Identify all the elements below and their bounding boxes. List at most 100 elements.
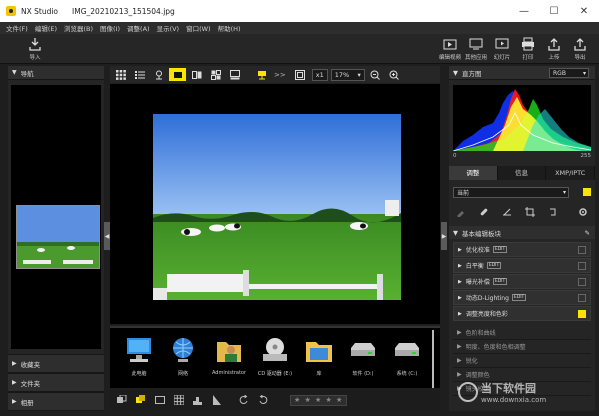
retouch-tool-button[interactable]	[476, 207, 492, 217]
preset-apply-checkbox[interactable]	[583, 188, 591, 196]
navigation-preview[interactable]	[11, 85, 101, 349]
other-apps-button[interactable]: 其他应用	[463, 37, 489, 61]
more-sharpen[interactable]: ▶ 锐化	[453, 354, 591, 368]
adj-checkbox[interactable]	[578, 293, 586, 302]
more-lch[interactable]: ▶ 明度、色度和色相调整	[453, 340, 591, 354]
browser-item-network[interactable]: 网络	[160, 336, 206, 377]
histogram-chart	[452, 89, 592, 152]
print-button[interactable]: 打印	[515, 37, 541, 61]
brush-tool-button[interactable]	[453, 207, 469, 217]
thumbnail-grid-button[interactable]	[112, 68, 129, 81]
edit-tag: EDIT	[486, 262, 502, 269]
preset-select[interactable]: 当前 ▾	[453, 186, 569, 198]
import-button[interactable]: 导入	[20, 37, 50, 61]
zoom-percent-select[interactable]: 17% ▾	[330, 68, 365, 81]
list-view-button[interactable]	[131, 68, 148, 81]
chevron-down-icon: ▾	[582, 69, 586, 77]
histogram-channel-select[interactable]: RGB ▾	[549, 68, 589, 78]
adj-checkbox[interactable]	[578, 277, 586, 286]
browser-item-drive-d[interactable]: 软件 (D:)	[340, 336, 386, 377]
user-folder-icon	[217, 342, 241, 362]
browser-item-this-pc[interactable]: 此电脑	[116, 336, 162, 377]
stack-icon	[116, 395, 126, 403]
favorites-header[interactable]: ▶ 收藏夹	[8, 354, 104, 373]
menu-image[interactable]: 图像(I)	[100, 23, 120, 33]
bandage-icon	[480, 208, 488, 216]
zoom-multiplier[interactable]: x1	[311, 68, 328, 81]
edit-video-icon	[443, 39, 457, 50]
more-levels-curves[interactable]: ▶ 色阶和曲线	[453, 326, 591, 340]
image-viewer[interactable]	[110, 84, 440, 324]
label-toggle-button[interactable]	[133, 394, 148, 406]
tab-xmp-iptc[interactable]: XMP/IPTC	[546, 166, 596, 180]
histogram-mode-button[interactable]	[190, 394, 205, 406]
menu-edit[interactable]: 编辑(E)	[35, 23, 57, 33]
upload-button[interactable]: 上传	[541, 37, 567, 61]
filmstrip-view-button[interactable]	[226, 68, 243, 81]
adj-checkbox-checked[interactable]	[578, 309, 586, 318]
compare-view-button[interactable]	[188, 68, 205, 81]
filmstrip-toggle-button[interactable]	[114, 394, 129, 406]
zoom-out-button[interactable]	[367, 68, 384, 81]
menu-adjust[interactable]: 调整(A)	[127, 23, 150, 33]
basic-tools-header[interactable]: ▼ 基本编辑板块 ✎	[449, 226, 595, 239]
print-label: 打印	[522, 55, 534, 61]
menu-window[interactable]: 窗口(W)	[186, 23, 211, 33]
settings-button[interactable]	[575, 207, 591, 217]
browser-mode-button[interactable]	[152, 394, 167, 406]
zoom-in-button[interactable]	[386, 68, 403, 81]
browser-item-label: 网络	[177, 371, 188, 377]
display-options-button[interactable]	[253, 68, 270, 81]
maximize-button[interactable]: ☐	[539, 0, 569, 22]
fit-screen-icon	[295, 69, 306, 80]
yellow-stack-icon	[135, 395, 145, 403]
adj-white-balance[interactable]: ▶ 白平衡 EDIT	[453, 258, 591, 273]
straighten-tool-button[interactable]	[499, 207, 515, 217]
edit-video-button[interactable]: 编辑视频	[437, 37, 463, 61]
main-photo[interactable]	[153, 114, 401, 300]
sort-button[interactable]	[209, 394, 224, 406]
undo-tool-button[interactable]	[545, 207, 561, 217]
menu-browser[interactable]: 浏览器(B)	[64, 23, 93, 33]
browser-item-cd-drive[interactable]: CD 驱动器 (E:)	[252, 336, 298, 377]
browser-item-administrator[interactable]: Administrator	[206, 336, 252, 376]
export-button[interactable]: 导出	[567, 37, 593, 61]
rotate-right-button[interactable]	[255, 394, 270, 406]
zoom-in-icon	[389, 70, 400, 80]
adj-d-lighting[interactable]: ▶ 动态D-Lighting EDIT	[453, 290, 591, 305]
browser-scrollbar[interactable]	[432, 330, 434, 388]
adj-checkbox[interactable]	[578, 261, 586, 270]
browser-item-drive-c[interactable]: 系统 (C:)	[384, 336, 430, 377]
adj-picture-control[interactable]: ▶ 优化校准 EDIT	[453, 242, 591, 257]
browser-item-library[interactable]: 库	[296, 336, 342, 377]
single-image-view-button[interactable]	[169, 68, 186, 81]
tab-info[interactable]: 信息	[497, 166, 547, 180]
more-tools-button[interactable]: >>	[274, 71, 286, 79]
window-controls: — ☐ ✕	[509, 0, 599, 22]
rotate-left-button[interactable]	[236, 394, 251, 406]
navigation-header[interactable]: ▼ 导航	[8, 66, 104, 80]
menu-help[interactable]: 帮助(H)	[218, 23, 241, 33]
fit-screen-button[interactable]	[292, 68, 309, 81]
right-panel-collapse-handle[interactable]: ▶	[441, 222, 447, 250]
slideshow-button[interactable]: 幻灯片	[489, 37, 515, 61]
menu-view[interactable]: 显示(V)	[157, 23, 180, 33]
adj-brightness-color[interactable]: ▶ 调整亮度和色彩	[453, 306, 591, 321]
more-label: 调整颜色	[465, 372, 490, 379]
star-rating[interactable]: ★ ★ ★ ★ ★	[290, 394, 348, 406]
albums-header[interactable]: ▶ 相册	[8, 392, 104, 411]
adj-checkbox[interactable]	[578, 245, 586, 254]
map-view-button[interactable]	[150, 68, 167, 81]
close-button[interactable]: ✕	[569, 0, 599, 22]
crop-tool-button[interactable]	[522, 207, 538, 217]
library-icon	[306, 342, 332, 362]
folders-header[interactable]: ▶ 文件夹	[8, 373, 104, 392]
navigation-thumbnail[interactable]	[16, 205, 100, 269]
menu-file[interactable]: 文件(F)	[6, 23, 28, 33]
minimize-button[interactable]: —	[509, 0, 539, 22]
multi-view-button[interactable]	[207, 68, 224, 81]
tab-adjust[interactable]: 调整	[449, 166, 498, 180]
browser-item-label: 此电脑	[131, 371, 147, 377]
adj-exposure[interactable]: ▶ 曝光补偿 EDIT	[453, 274, 591, 289]
grid-mode-button[interactable]	[171, 394, 186, 406]
